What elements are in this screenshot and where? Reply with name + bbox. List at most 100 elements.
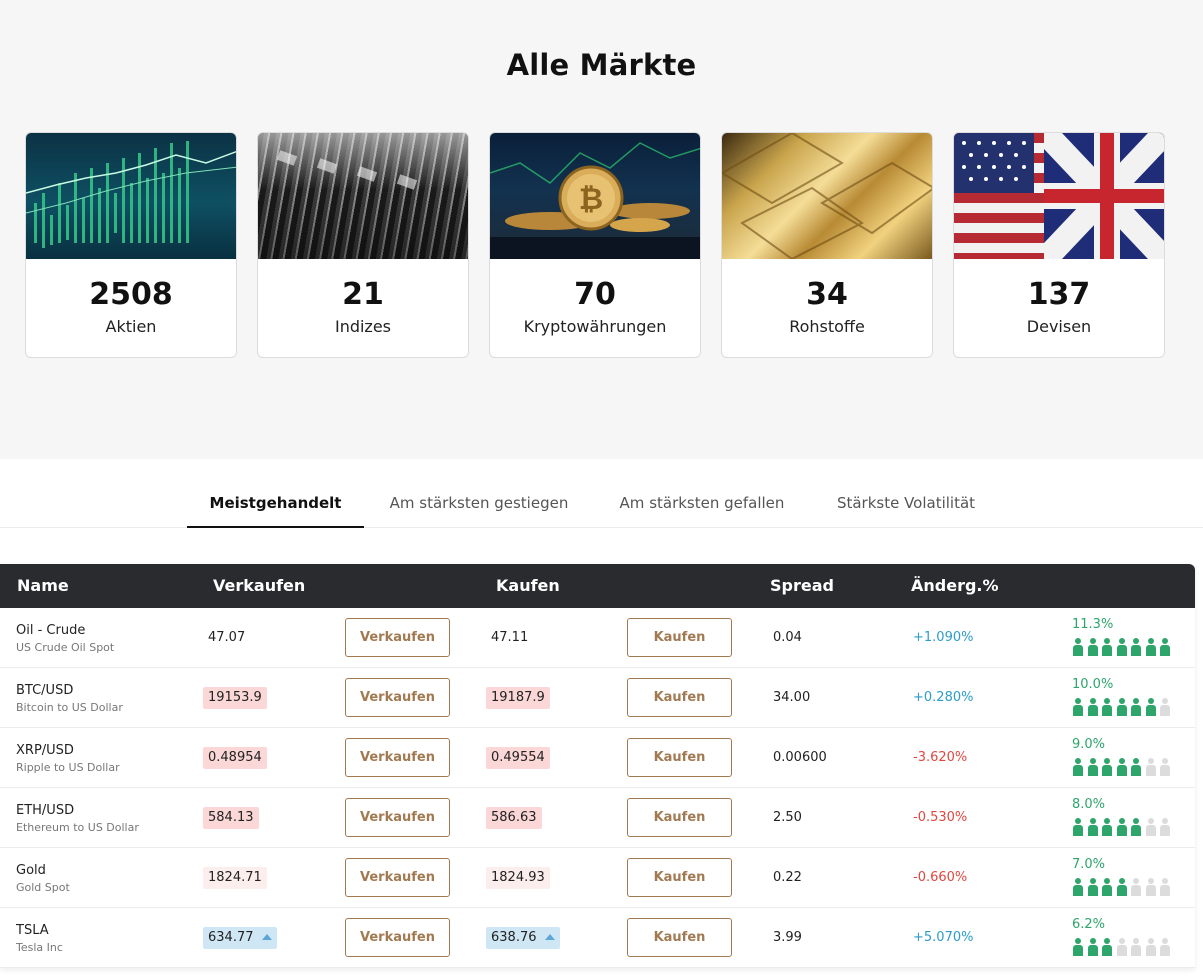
header-sell: Verkaufen: [213, 576, 306, 595]
change-percent: -3.620%: [913, 750, 968, 765]
table-row[interactable]: Oil - Crude US Crude Oil Spot 47.07 Verkauf…: [0, 608, 1195, 668]
person-icon: [1159, 878, 1171, 896]
header-spread: Spread: [770, 576, 834, 595]
spread-value: 2.50: [773, 810, 802, 825]
person-icon: [1130, 758, 1142, 776]
header-buy: Kaufen: [496, 576, 560, 595]
sentiment-percent: 10.0%: [1072, 677, 1114, 692]
buy-button[interactable]: Kaufen: [627, 678, 732, 717]
instrument-description: US Crude Oil Spot: [16, 641, 115, 654]
table-row[interactable]: TSLA Tesla Inc 634.77 Verkaufen 638.76 Kaufen…: [0, 908, 1195, 968]
person-icon: [1145, 638, 1157, 656]
category-label: Indizes: [334, 317, 392, 336]
buy-button[interactable]: Kaufen: [627, 738, 732, 777]
buy-button[interactable]: Kaufen: [627, 618, 732, 657]
person-icon: [1116, 938, 1128, 956]
sentiment-percent: 7.0%: [1072, 857, 1106, 872]
sell-price: 1824.71: [203, 867, 267, 889]
sell-button[interactable]: Verkaufen: [345, 918, 450, 957]
category-label: Aktien: [105, 317, 157, 336]
buy-price: 1824.93: [486, 867, 550, 889]
person-icon: [1087, 638, 1099, 656]
category-count: 2508: [89, 277, 173, 312]
category-card-rohstoffe[interactable]: 34 Rohstoffe: [721, 132, 933, 358]
sentiment-bar: [1072, 938, 1176, 956]
buy-button[interactable]: Kaufen: [627, 798, 732, 837]
person-icon: [1101, 878, 1113, 896]
sentiment-percent: 8.0%: [1072, 797, 1106, 812]
instrument-name: ETH/USD: [16, 803, 75, 818]
category-label: Devisen: [1026, 317, 1092, 336]
buy-price: 0.49554: [486, 747, 550, 769]
person-icon: [1101, 698, 1113, 716]
spread-value: 3.99: [773, 930, 802, 945]
person-icon: [1159, 938, 1171, 956]
instrument-description: Gold Spot: [16, 881, 70, 894]
change-percent: +0.280%: [913, 690, 974, 705]
sell-price: 584.13: [203, 807, 259, 829]
person-icon: [1145, 818, 1157, 836]
instrument-description: Ripple to US Dollar: [16, 761, 120, 774]
instrument-description: Tesla Inc: [16, 941, 63, 954]
buy-button[interactable]: Kaufen: [627, 918, 732, 957]
dow-jones-image: [258, 133, 468, 259]
table-row[interactable]: BTC/USD Bitcoin to US Dollar 19153.9 Verkau…: [0, 668, 1195, 728]
person-icon: [1145, 938, 1157, 956]
category-label: Kryptowährungen: [523, 317, 667, 336]
svg-text:₿: ₿: [579, 182, 603, 217]
markets-overview: Alle Märkte 2508 Aktien 21 Indizes ₿ 70 …: [0, 0, 1203, 459]
person-icon: [1116, 878, 1128, 896]
sentiment-percent: 9.0%: [1072, 737, 1106, 752]
tab-am-staerksten-gestiegen[interactable]: Am stärksten gestiegen: [374, 478, 584, 528]
sell-button[interactable]: Verkaufen: [345, 678, 450, 717]
category-card-aktien[interactable]: 2508 Aktien: [25, 132, 237, 358]
buy-price: 19187.9: [486, 687, 550, 709]
sell-price: 19153.9: [203, 687, 267, 709]
person-icon: [1130, 698, 1142, 716]
market-tabs: Meistgehandelt Am stärksten gestiegen Am…: [0, 478, 1203, 528]
person-icon: [1101, 818, 1113, 836]
price-up-icon: [261, 934, 272, 940]
table-row[interactable]: ETH/USD Ethereum to US Dollar 584.13 Verkau…: [0, 788, 1195, 848]
sentiment-percent: 11.3%: [1072, 617, 1114, 632]
person-icon: [1145, 878, 1157, 896]
sell-button[interactable]: Verkaufen: [345, 858, 450, 897]
category-count: 34: [806, 277, 848, 312]
sell-button[interactable]: Verkaufen: [345, 618, 450, 657]
buy-button[interactable]: Kaufen: [627, 858, 732, 897]
gold-bars-image: [722, 133, 932, 259]
category-card-kryptowaehrungen[interactable]: ₿ 70 Kryptowährungen: [489, 132, 701, 358]
person-icon: [1130, 878, 1142, 896]
instrument-name: XRP/USD: [16, 743, 74, 758]
tab-am-staerksten-gefallen[interactable]: Am stärksten gefallen: [604, 478, 800, 528]
person-icon: [1130, 638, 1142, 656]
tab-staerkste-volatilitaet[interactable]: Stärkste Volatilität: [820, 478, 992, 528]
table-row[interactable]: Gold Gold Spot 1824.71 Verkaufen 1824.93 Kauf…: [0, 848, 1195, 908]
category-count: 70: [574, 277, 616, 312]
sentiment-bar: [1072, 698, 1176, 716]
person-icon: [1130, 938, 1142, 956]
person-icon: [1087, 878, 1099, 896]
category-count: 137: [1027, 277, 1091, 312]
spread-value: 0.04: [773, 630, 802, 645]
sell-price: 634.77: [203, 927, 277, 949]
person-icon: [1087, 938, 1099, 956]
person-icon: [1159, 638, 1171, 656]
change-percent: -0.660%: [913, 870, 968, 885]
table-row[interactable]: XRP/USD Ripple to US Dollar 0.48954 Verkauf…: [0, 728, 1195, 788]
sentiment-bar: [1072, 638, 1176, 656]
person-icon: [1116, 698, 1128, 716]
tab-meistgehandelt[interactable]: Meistgehandelt: [187, 478, 364, 528]
spread-value: 0.22: [773, 870, 802, 885]
instrument-name: Oil - Crude: [16, 623, 86, 638]
person-icon: [1087, 818, 1099, 836]
category-card-devisen[interactable]: 137 Devisen: [953, 132, 1165, 358]
category-card-indizes[interactable]: 21 Indizes: [257, 132, 469, 358]
person-icon: [1145, 758, 1157, 776]
person-icon: [1072, 938, 1084, 956]
spread-value: 34.00: [773, 690, 811, 705]
sell-button[interactable]: Verkaufen: [345, 798, 450, 837]
sell-button[interactable]: Verkaufen: [345, 738, 450, 777]
person-icon: [1072, 818, 1084, 836]
person-icon: [1116, 818, 1128, 836]
